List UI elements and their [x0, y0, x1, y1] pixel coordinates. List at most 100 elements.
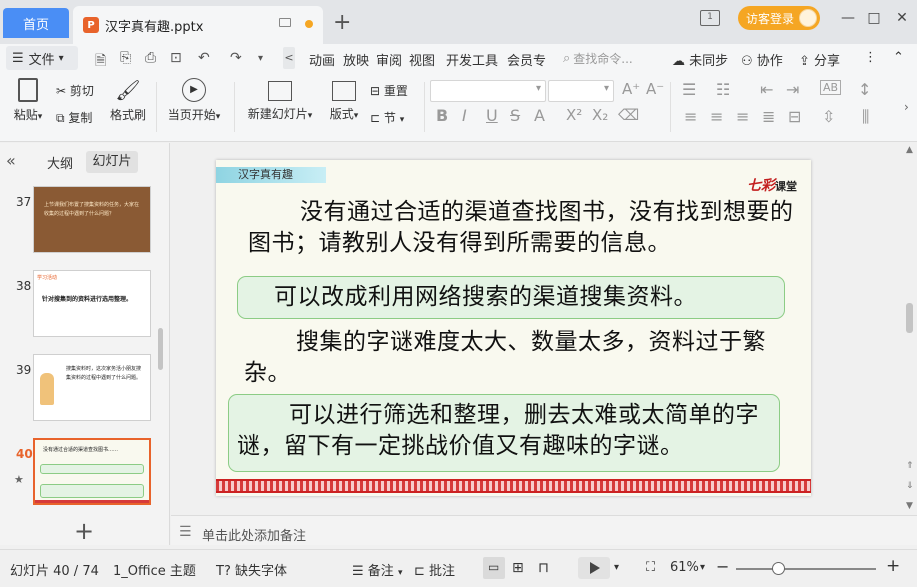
notes-placeholder[interactable]: 单击此处添加备注 — [202, 525, 306, 544]
tab-document[interactable]: P 汉字真有趣.pptx — [73, 6, 323, 44]
print-icon[interactable]: ⎙ — [145, 50, 156, 66]
collapse-ribbon-icon[interactable]: ⌃ — [893, 50, 904, 65]
menu-developer-tools[interactable]: 开发工具 — [446, 50, 498, 69]
page-up-icon[interactable]: ⇑ — [906, 461, 914, 471]
menu-scroll-left-button[interactable]: < — [283, 47, 295, 69]
slide-paragraph-2[interactable]: 可以改成利用网络搜索的渠道搜集资料。 — [274, 282, 784, 313]
strikethrough-icon[interactable]: S — [510, 106, 520, 125]
copy-button[interactable]: ⧉ 复制 — [56, 109, 92, 126]
ribbon-scroll-right-icon[interactable]: › — [904, 100, 909, 114]
numbering-icon[interactable]: ☷ — [716, 80, 730, 99]
text-direction-icon[interactable]: AB — [820, 80, 842, 95]
more-icon[interactable]: ⋮ — [864, 50, 877, 65]
print-preview-icon[interactable]: ⊡ — [170, 50, 182, 66]
tab-outline[interactable]: 大纲 — [47, 153, 73, 172]
decrease-indent-icon[interactable]: ⇤ — [760, 80, 773, 99]
save-icon[interactable]: 🗎 — [95, 50, 106, 74]
file-menu-button[interactable]: ☰ 文件 ▾ — [6, 46, 78, 70]
align-right-icon[interactable]: ≡ — [736, 107, 749, 126]
zoom-in-icon[interactable]: + — [886, 556, 900, 576]
slide-thumbnail-40[interactable]: 没有通过合适的渠道查找图书…… — [33, 438, 151, 505]
minimize-button[interactable]: — — [838, 8, 858, 28]
format-painter-button[interactable]: 🖌 格式刷 — [108, 78, 148, 123]
subscript-icon[interactable]: X₂ — [592, 106, 608, 124]
bullets-icon[interactable]: ☰ — [682, 80, 696, 99]
monitor-icon[interactable] — [279, 18, 291, 27]
scroll-down-icon[interactable]: ▼ — [906, 501, 913, 511]
scroll-up-icon[interactable]: ▲ — [906, 145, 913, 155]
menu-view[interactable]: 视图 — [409, 50, 435, 69]
window-pages-icon[interactable]: 1 — [700, 10, 720, 26]
font-family-select[interactable] — [430, 80, 546, 102]
share-button[interactable]: ⇪ 分享 — [799, 50, 840, 69]
reset-button[interactable]: ⊟ 重置 — [370, 82, 408, 99]
increase-indent-icon[interactable]: ⇥ — [786, 80, 799, 99]
play-slideshow-button[interactable] — [578, 557, 610, 579]
new-tab-button[interactable]: + — [333, 10, 351, 35]
font-color-icon[interactable]: A — [534, 106, 545, 125]
close-button[interactable]: ✕ — [892, 8, 912, 28]
zoom-slider-knob[interactable] — [772, 562, 785, 575]
slide-thumbnail-38[interactable]: 学习活动 针对搜集到的资料进行选用整理。 — [33, 270, 151, 337]
distributed-icon[interactable]: ⊟ — [788, 107, 801, 126]
thumbnail-scrollbar[interactable] — [158, 328, 163, 370]
slide-paragraph-3[interactable]: 搜集的字谜难度太大、数量太多，资料过于繁杂。 — [244, 327, 792, 389]
zoom-options-icon[interactable]: ▾ — [700, 562, 705, 573]
command-search[interactable]: ⌕ 查找命令... — [563, 48, 663, 68]
slide-thumbnail-37[interactable]: 上节课我们布置了搜集资料的任务，大家在收集的过程中遇到了什么问题？ — [33, 186, 151, 253]
cut-button[interactable]: ✂ 剪切 — [56, 82, 94, 99]
eraser-icon[interactable]: ⌫ — [618, 106, 639, 124]
comments-button[interactable]: ⊏ 批注 — [414, 560, 455, 579]
underline-icon[interactable]: U — [486, 106, 498, 125]
line-spacing-icon[interactable]: ↕ — [858, 80, 871, 99]
font-size-select[interactable] — [548, 80, 614, 102]
slide-thumbnail-39[interactable]: 搜集资料时，这次家务活小朋友搜集资料的过程中遇到了什么问题。 — [33, 354, 151, 421]
new-slide-button[interactable]: 新建幻灯片▾ — [244, 78, 316, 122]
slide-paragraph-4[interactable]: 可以进行筛选和整理，删去太难或太简单的字谜，留下有一定挑战价值又有趣味的字谜。 — [237, 400, 785, 462]
menu-member[interactable]: 会员专 — [507, 50, 546, 69]
superscript-icon[interactable]: X² — [566, 106, 582, 124]
reading-view-icon[interactable]: ⊓ — [538, 560, 549, 576]
collaborate-button[interactable]: ⚇ 协作 — [741, 50, 783, 69]
undo-icon[interactable]: ↶ — [198, 50, 210, 66]
italic-icon[interactable]: I — [462, 106, 467, 125]
play-from-current-button[interactable]: ▶ 当页开始▾ — [164, 78, 224, 123]
play-options-icon[interactable]: ▾ — [614, 562, 619, 573]
menu-review[interactable]: 审阅 — [376, 50, 402, 69]
maximize-button[interactable]: □ — [864, 8, 884, 28]
notes-toggle-button[interactable]: ☰ 备注 ▾ — [352, 560, 402, 579]
theme-name[interactable]: 1_Office 主题 — [113, 560, 196, 579]
add-slide-button[interactable]: + — [74, 517, 94, 545]
notes-pane[interactable]: ☰ 单击此处添加备注 — [171, 515, 917, 545]
align-left-icon[interactable]: ≡ — [684, 107, 697, 126]
tab-home[interactable]: 首页 — [3, 8, 69, 38]
canvas-scrollbar[interactable]: ▲ ⇑ ⇓ ▼ — [903, 143, 917, 515]
zoom-out-icon[interactable]: − — [716, 557, 729, 576]
slide-sorter-icon[interactable]: ⊞ — [512, 560, 524, 576]
menu-slideshow[interactable]: 放映 — [343, 50, 369, 69]
missing-font-button[interactable]: T? 缺失字体 — [216, 560, 287, 579]
sync-status[interactable]: ☁ 未同步 — [672, 50, 728, 69]
menu-animation[interactable]: 动画 — [309, 50, 335, 69]
canvas-scroll-thumb[interactable] — [906, 303, 913, 333]
zoom-level[interactable]: 61% — [670, 560, 699, 575]
columns-icon[interactable]: ⫼ — [862, 107, 869, 127]
guest-login-button[interactable]: 访客登录 — [738, 6, 820, 30]
section-button[interactable]: ⊏ 节 ▾ — [370, 109, 404, 126]
fit-window-icon[interactable]: ⛶ — [646, 560, 655, 575]
justify-icon[interactable]: ≣ — [762, 107, 775, 126]
align-center-icon[interactable]: ≡ — [710, 107, 723, 126]
increase-font-icon[interactable]: A⁺ — [622, 80, 640, 98]
paragraph-spacing-icon[interactable]: ⇳ — [822, 107, 835, 126]
decrease-font-icon[interactable]: A⁻ — [646, 80, 664, 98]
slide-paragraph-1[interactable]: 没有通过合适的渠道查找图书，没有找到想要的图书；请教别人没有得到所需要的信息。 — [248, 197, 798, 259]
current-slide[interactable]: 汉字真有趣 七彩课堂 没有通过合适的渠道查找图书，没有找到想要的图书；请教别人没… — [216, 160, 811, 496]
paste-button[interactable]: 粘贴▾ — [8, 78, 48, 123]
bold-icon[interactable]: B — [436, 106, 448, 125]
customize-qa-icon[interactable]: ▾ — [258, 53, 263, 64]
zoom-slider[interactable] — [736, 568, 876, 570]
layout-button[interactable]: 版式▾ — [324, 78, 364, 122]
collapse-pane-icon[interactable]: « — [6, 151, 16, 170]
export-icon[interactable]: ⎘ — [120, 50, 131, 66]
tab-slides[interactable]: 幻灯片 — [86, 151, 138, 173]
